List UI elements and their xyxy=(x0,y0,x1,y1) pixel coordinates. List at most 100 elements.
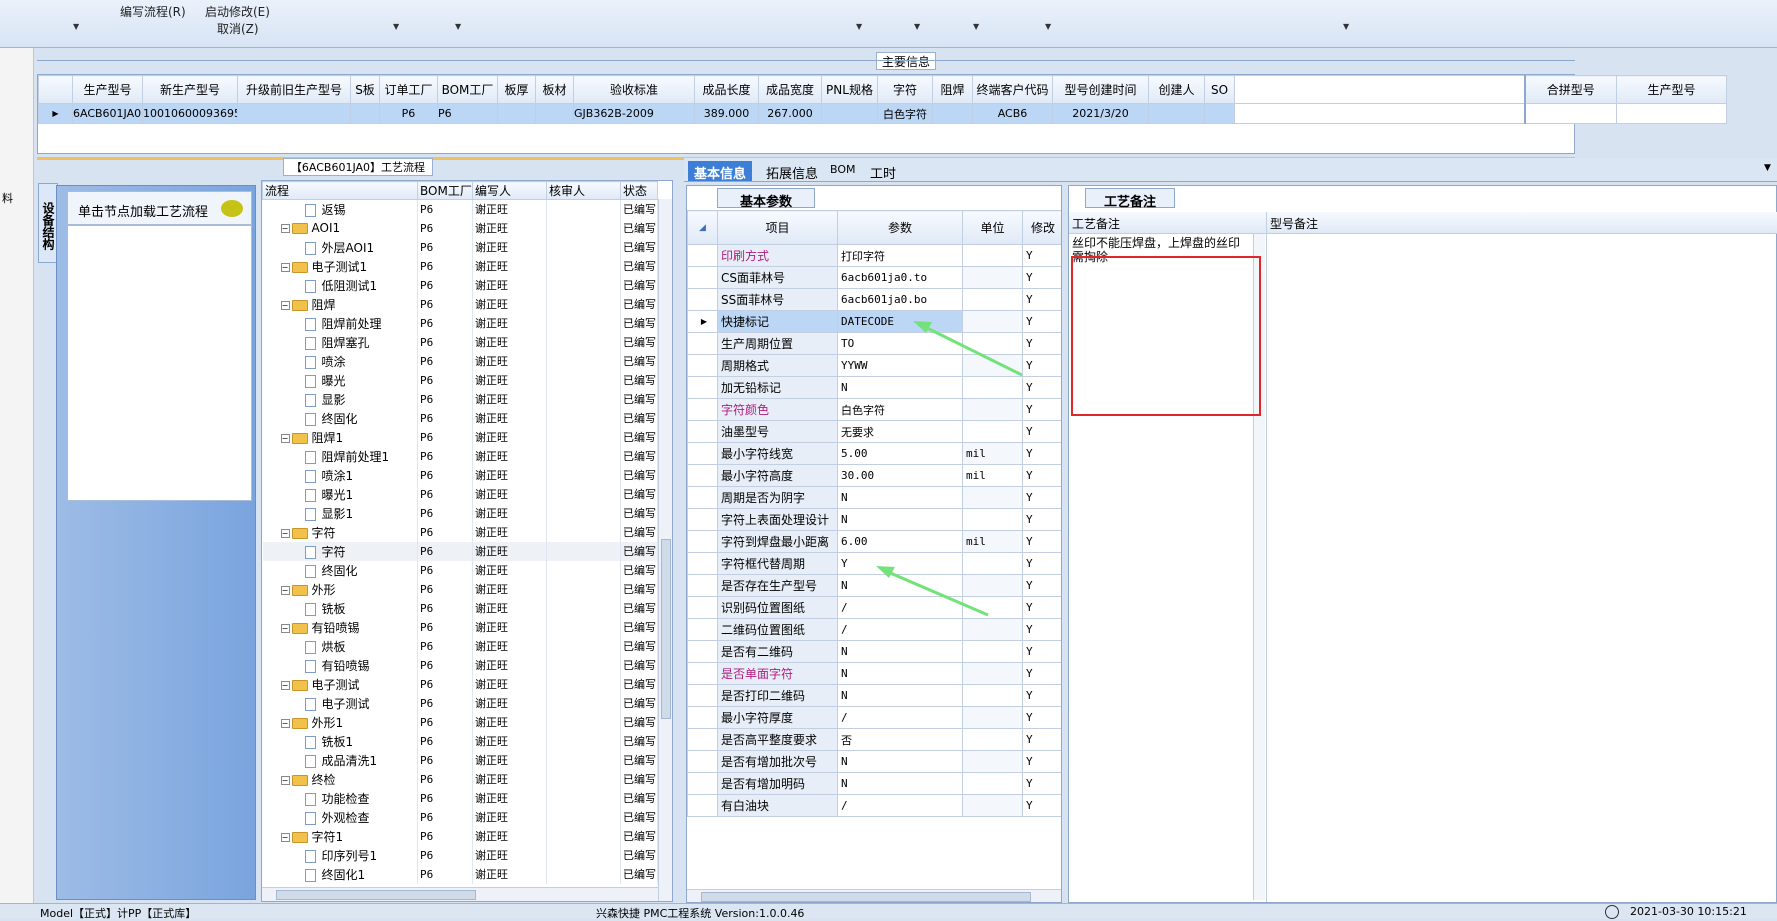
param-row[interactable]: 最小字符厚度 / Y xyxy=(687,706,1061,729)
tree-cell-writer[interactable]: 谢正旺 xyxy=(472,370,547,390)
tree-cell-reviewer[interactable] xyxy=(546,845,621,865)
dropdown-arrow-icon[interactable]: ▼ xyxy=(393,22,399,31)
tree-cell-name[interactable]: 显影 xyxy=(262,389,418,409)
col-header[interactable]: 核审人 xyxy=(546,181,621,200)
tree-cell-factory[interactable]: P6 xyxy=(417,351,473,371)
tree-cell-factory[interactable]: P6 xyxy=(417,389,473,409)
row-indicator[interactable] xyxy=(687,552,718,575)
row-indicator[interactable] xyxy=(687,728,718,751)
scroll-thumb[interactable] xyxy=(701,892,1031,902)
tree-cell-factory[interactable]: P6 xyxy=(417,579,473,599)
speech-bubble-icon[interactable] xyxy=(221,200,243,217)
tree-cell-writer[interactable]: 谢正旺 xyxy=(472,541,547,561)
collapse-icon[interactable]: − xyxy=(280,300,290,310)
tree-cell-reviewer[interactable] xyxy=(546,769,621,789)
col-header[interactable]: 型号创建时间 xyxy=(1052,75,1149,104)
tree-cell-name[interactable]: 阻焊前处理1 xyxy=(262,446,418,466)
col-header[interactable]: 新生产型号 xyxy=(142,75,238,104)
param-row[interactable]: 生产周期位置 TO Y xyxy=(687,332,1061,355)
param-cell-unit[interactable] xyxy=(962,772,1023,795)
tree-cell-reviewer[interactable] xyxy=(546,446,621,466)
param-cell-edit[interactable]: Y xyxy=(1022,684,1061,707)
tree-cell-factory[interactable]: P6 xyxy=(417,598,473,618)
tree-cell-status[interactable]: 已编写 xyxy=(620,294,658,314)
tree-row[interactable]: − 电子测试 P6 谢正旺 已编写 xyxy=(262,674,658,694)
tree-row[interactable]: 喷涂 P6 谢正旺 已编写 xyxy=(262,351,658,371)
tree-row[interactable]: − 字符1 P6 谢正旺 已编写 xyxy=(262,826,658,846)
dropdown-arrow-icon[interactable]: ▼ xyxy=(973,22,979,31)
param-cell-item[interactable]: 是否存在生产型号 xyxy=(717,574,838,597)
param-cell-item[interactable]: 识别码位置图纸 xyxy=(717,596,838,619)
tree-cell-writer[interactable]: 谢正旺 xyxy=(472,693,547,713)
param-cell-edit[interactable]: Y xyxy=(1022,332,1061,355)
tree-cell-status[interactable]: 已编写 xyxy=(620,788,658,808)
tree-cell-name[interactable]: 阻焊塞孔 xyxy=(262,332,418,352)
tree-cell-status[interactable]: 已编写 xyxy=(620,256,658,276)
collapse-icon[interactable]: − xyxy=(280,585,290,595)
param-cell-unit[interactable] xyxy=(962,420,1023,443)
tree-row[interactable]: − 终检 P6 谢正旺 已编写 xyxy=(262,769,658,789)
param-cell-value[interactable]: N xyxy=(837,662,963,685)
cell[interactable] xyxy=(1616,103,1727,124)
tree-cell-writer[interactable]: 谢正旺 xyxy=(472,807,547,827)
collapse-icon[interactable]: − xyxy=(280,528,290,538)
collapse-icon[interactable]: − xyxy=(280,433,290,443)
param-cell-unit[interactable] xyxy=(962,574,1023,597)
param-cell-edit[interactable]: Y xyxy=(1022,530,1061,553)
tree-row[interactable]: 铣板 P6 谢正旺 已编写 xyxy=(262,598,658,618)
param-cell-edit[interactable]: Y xyxy=(1022,794,1061,817)
tree-cell-reviewer[interactable] xyxy=(546,427,621,447)
tree-cell-factory[interactable]: P6 xyxy=(417,655,473,675)
tree-cell-status[interactable]: 已编写 xyxy=(620,370,658,390)
param-row[interactable]: 字符颜色 白色字符 Y xyxy=(687,398,1061,421)
tree-cell-reviewer[interactable] xyxy=(546,332,621,352)
row-indicator[interactable] xyxy=(687,684,718,707)
col-header[interactable]: 终端客户代码 xyxy=(972,75,1053,104)
tree-cell-reviewer[interactable] xyxy=(546,560,621,580)
tree-cell-status[interactable]: 已编写 xyxy=(620,674,658,694)
param-cell-value[interactable]: 白色字符 xyxy=(837,398,963,421)
tree-cell-name[interactable]: 成品清洗1 xyxy=(262,750,418,770)
param-cell-value[interactable]: N xyxy=(837,750,963,773)
tree-cell-writer[interactable]: 谢正旺 xyxy=(472,522,547,542)
param-cell-item[interactable]: CS面菲林号 xyxy=(717,266,838,289)
cell[interactable]: P6 xyxy=(437,103,498,124)
tree-cell-reviewer[interactable] xyxy=(546,199,621,219)
param-cell-unit[interactable] xyxy=(962,552,1023,575)
tree-cell-reviewer[interactable] xyxy=(546,864,621,884)
param-row[interactable]: 油墨型号 无要求 Y xyxy=(687,420,1061,443)
tree-cell-writer[interactable]: 谢正旺 xyxy=(472,579,547,599)
col-header[interactable]: 板厚 xyxy=(497,75,536,104)
param-cell-edit[interactable]: Y xyxy=(1022,398,1061,421)
tree-cell-name[interactable]: 终固化 xyxy=(262,408,418,428)
tree-cell-factory[interactable]: P6 xyxy=(417,560,473,580)
param-row[interactable]: 周期是否为阴字 N Y xyxy=(687,486,1061,509)
row-indicator[interactable] xyxy=(687,442,718,465)
tree-cell-reviewer[interactable] xyxy=(546,693,621,713)
param-cell-unit[interactable] xyxy=(962,794,1023,817)
tree-cell-writer[interactable]: 谢正旺 xyxy=(472,199,547,219)
cell[interactable] xyxy=(350,103,380,124)
param-cell-unit[interactable] xyxy=(962,750,1023,773)
tree-cell-status[interactable]: 已编写 xyxy=(620,427,658,447)
cell[interactable]: GJB362B-2009 xyxy=(573,103,695,124)
tree-cell-reviewer[interactable] xyxy=(546,826,621,846)
tree-cell-writer[interactable]: 谢正旺 xyxy=(472,484,547,504)
row-indicator[interactable] xyxy=(687,266,718,289)
tab-extended-info[interactable]: 拓展信息 xyxy=(760,161,824,182)
cell[interactable] xyxy=(1524,103,1617,124)
col-header[interactable]: 板材 xyxy=(535,75,574,104)
param-row[interactable]: 是否打印二维码 N Y xyxy=(687,684,1061,707)
cell[interactable] xyxy=(535,103,574,124)
param-cell-value[interactable]: N xyxy=(837,508,963,531)
param-cell-edit[interactable]: Y xyxy=(1022,266,1061,289)
tree-cell-status[interactable]: 已编写 xyxy=(620,275,658,295)
tree-cell-reviewer[interactable] xyxy=(546,484,621,504)
tree-cell-status[interactable]: 已编写 xyxy=(620,712,658,732)
tree-row[interactable]: 喷涂1 P6 谢正旺 已编写 xyxy=(262,465,658,485)
row-indicator[interactable] xyxy=(687,420,718,443)
tree-cell-status[interactable]: 已编写 xyxy=(620,693,658,713)
col-header[interactable]: S板 xyxy=(350,75,380,104)
tree-cell-name[interactable]: − 外形1 xyxy=(262,712,418,732)
tree-cell-reviewer[interactable] xyxy=(546,275,621,295)
